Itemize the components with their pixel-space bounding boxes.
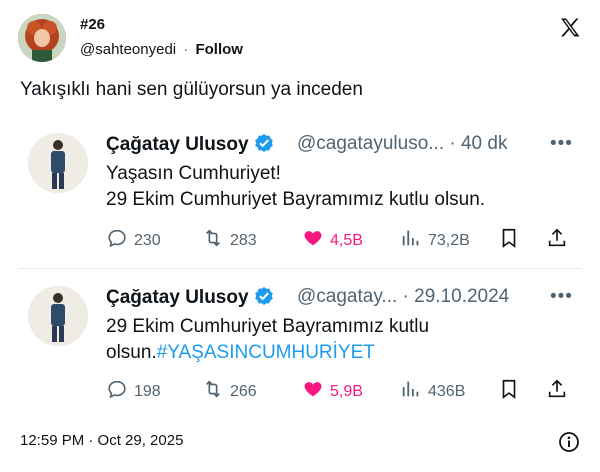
like-button[interactable]: 4,5B (302, 227, 363, 254)
quote-author-name[interactable]: Çağatay Ulusoy (106, 133, 274, 156)
quote-avatar[interactable] (28, 286, 88, 346)
retweet-button[interactable]: 266 (202, 378, 257, 405)
quote-meta[interactable]: @cagatayuluso... · 40 dk (297, 133, 507, 155)
bookmark-button[interactable] (498, 227, 520, 254)
heart-icon (302, 227, 324, 254)
quote-text: Yaşasın Cumhuriyet! 29 Ekim Cumhuriyet B… (106, 163, 486, 210)
tweet-text: Yakışıklı hani sen gülüyorsun ya inceden (20, 79, 363, 100)
author-name[interactable]: #26 (80, 16, 105, 33)
x-logo-icon[interactable] (558, 16, 582, 40)
author-handle-row: @sahteonyedi · Follow (80, 41, 243, 58)
heart-icon (302, 378, 324, 405)
share-icon (546, 227, 568, 254)
separator: · (183, 41, 189, 58)
views-icon (400, 227, 422, 254)
views-button[interactable]: 73,2B (400, 227, 470, 254)
hashtag-link[interactable]: #YAŞASINCUMHURİYET (157, 342, 375, 363)
tweet-timestamp[interactable]: 12:59 PM · Oct 29, 2025 (20, 432, 183, 449)
reply-button[interactable]: 198 (106, 378, 161, 405)
share-button[interactable] (546, 378, 568, 405)
author-avatar[interactable] (18, 14, 66, 62)
more-icon[interactable]: ••• (550, 286, 573, 308)
retweet-button[interactable]: 283 (202, 227, 257, 254)
reply-icon (106, 378, 128, 405)
retweet-icon (202, 378, 224, 405)
info-icon[interactable] (558, 431, 580, 453)
quote-text: 29 Ekim Cumhuriyet Bayramımız kutlu olsu… (106, 316, 430, 363)
share-icon (546, 378, 568, 405)
like-button[interactable]: 5,9B (302, 378, 363, 405)
verified-badge-icon (254, 133, 274, 153)
bookmark-icon (498, 227, 520, 254)
reply-icon (106, 227, 128, 254)
more-icon[interactable]: ••• (550, 133, 573, 155)
quote-divider (18, 268, 582, 269)
follow-button[interactable]: Follow (195, 41, 243, 58)
quote-avatar[interactable] (28, 133, 88, 193)
retweet-icon (202, 227, 224, 254)
reply-button[interactable]: 230 (106, 227, 161, 254)
bookmark-icon (498, 378, 520, 405)
verified-badge-icon (254, 286, 274, 306)
quote-author-name[interactable]: Çağatay Ulusoy (106, 286, 274, 309)
bookmark-button[interactable] (498, 378, 520, 405)
author-handle[interactable]: @sahteonyedi (80, 41, 176, 58)
views-icon (400, 378, 422, 405)
quote-meta[interactable]: @cagatay... · 29.10.2024 (297, 286, 509, 308)
views-button[interactable]: 436B (400, 378, 465, 405)
share-button[interactable] (546, 227, 568, 254)
